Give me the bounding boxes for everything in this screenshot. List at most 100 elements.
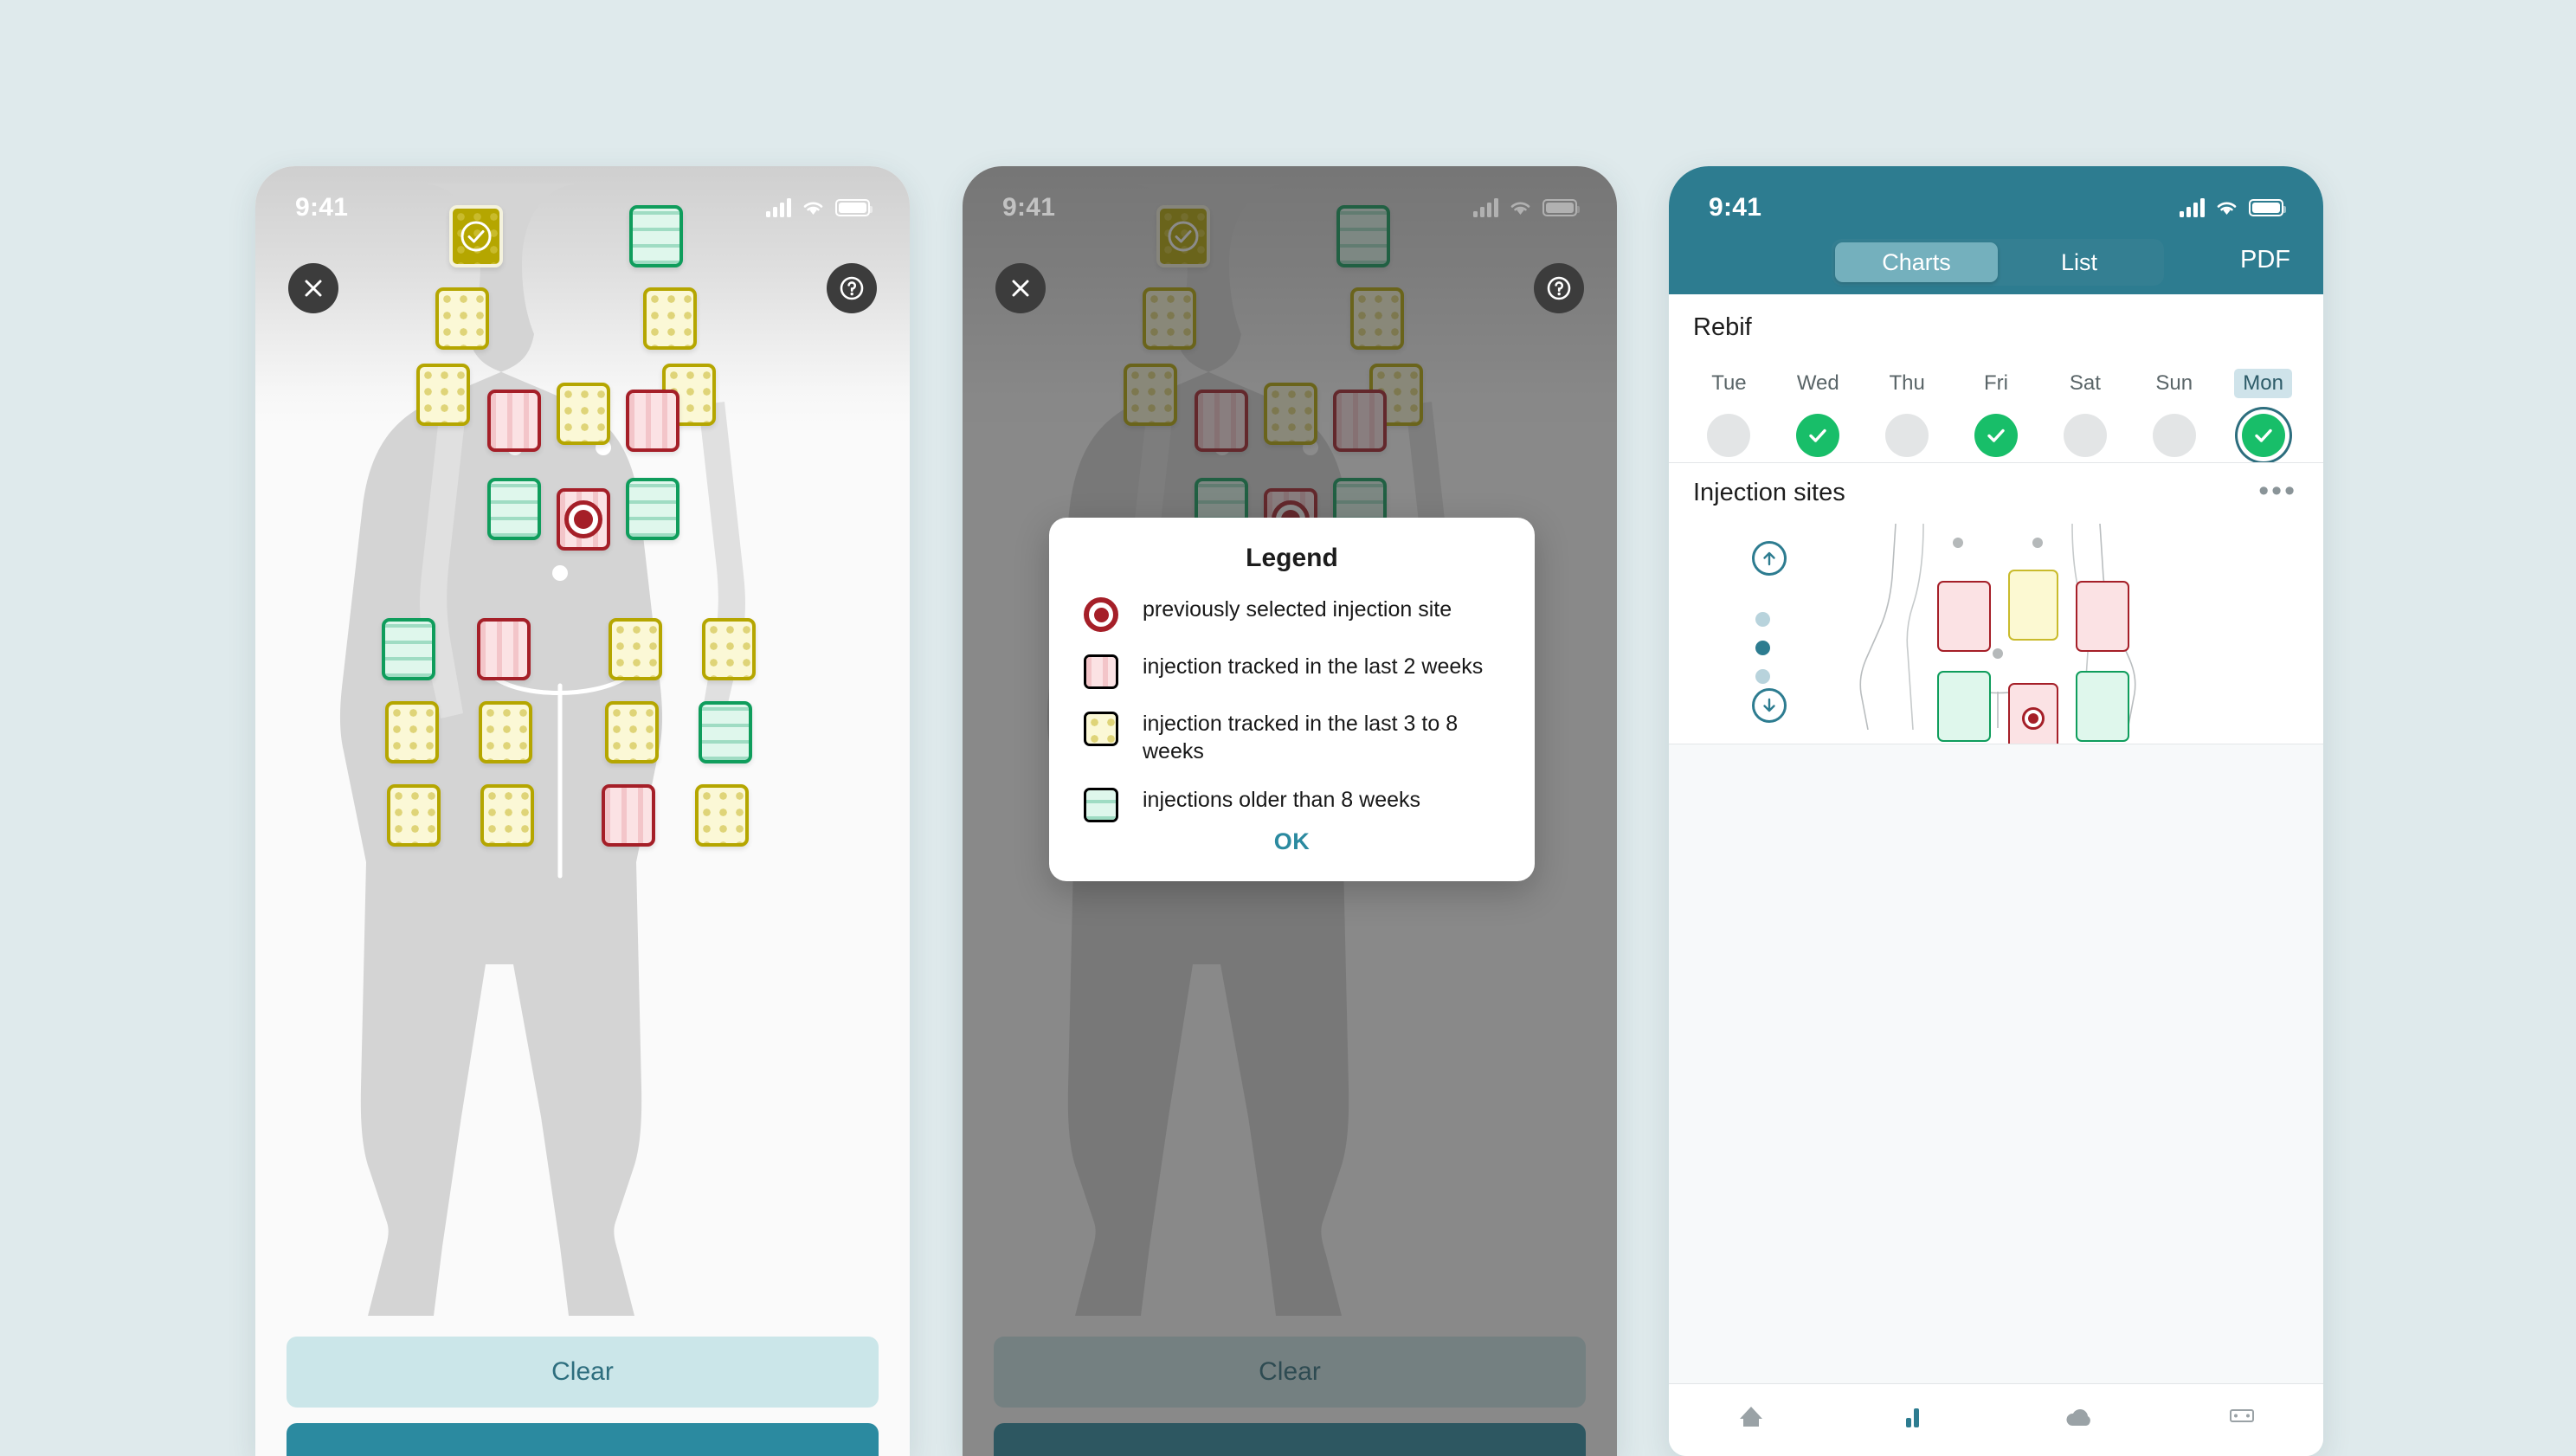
week-day-status: [1796, 414, 1840, 457]
scroll-up-button[interactable]: [1752, 541, 1787, 576]
week-day-status: [2063, 414, 2107, 457]
injection-tile-thigh-l5[interactable]: [387, 784, 441, 847]
help-icon: [1547, 276, 1571, 300]
medication-week-card: Rebif Tue Wed Thu Fri Sat Sun Mon: [1669, 294, 2323, 462]
injection-tile-abdomen-upper-right[interactable]: [626, 390, 679, 452]
tab-list[interactable]: List: [1998, 242, 2161, 282]
injection-tile-thigh-r6[interactable]: [695, 784, 749, 847]
help-button-dimmed[interactable]: [1534, 263, 1584, 313]
arrow-up-circle-icon: [1763, 551, 1775, 566]
wifi-icon: [1510, 202, 1530, 215]
page-dot-1[interactable]: [1755, 612, 1770, 627]
tab-charts[interactable]: Charts: [1835, 242, 1998, 282]
injection-tile-abdomen-upper-left[interactable]: [487, 390, 541, 452]
injection-tile-right-arm-mid[interactable]: [643, 287, 697, 350]
page-dot-2[interactable]: [1755, 641, 1770, 655]
status-bar: 9:41: [255, 166, 910, 230]
close-button[interactable]: [288, 263, 338, 313]
more-options-icon[interactable]: •••: [2258, 476, 2297, 506]
clear-button[interactable]: Clear: [287, 1337, 879, 1408]
phone-tracker-charts: 9:41 Charts List PDF Rebif Tue Wed Thu Fri S…: [1669, 166, 2323, 1456]
week-day-fri[interactable]: Fri: [1952, 369, 2041, 457]
cellular-signal-icon: [1473, 198, 1498, 217]
injection-tile-abdomen-upper-mid[interactable]: [557, 383, 610, 445]
legend-ok-button[interactable]: OK: [1049, 828, 1535, 855]
page-dot-3[interactable]: [1755, 669, 1770, 684]
cellular-signal-icon: [766, 198, 791, 217]
tab-cloud[interactable]: [1996, 1398, 2160, 1433]
mini-injection-tile-abdomen-upper-mid[interactable]: [2008, 570, 2058, 641]
status-indicators: [1473, 198, 1580, 217]
help-button[interactable]: [827, 263, 877, 313]
injection-tile-thigh-r5[interactable]: [602, 784, 655, 847]
legend-item: injection tracked in the last 3 to 8 wee…: [1084, 710, 1500, 765]
injection-tile-thigh-l4[interactable]: [479, 701, 532, 763]
clear-button-label: Clear: [551, 1357, 614, 1386]
week-day-wed[interactable]: Wed: [1774, 369, 1863, 457]
injection-tile-thigh-l6[interactable]: [480, 784, 534, 847]
injection-tile-abdomen-low-mid[interactable]: [557, 488, 610, 551]
injection-tile-thigh-r3[interactable]: [605, 701, 659, 763]
tile-pattern: [385, 622, 432, 677]
injection-tile-thigh-r4[interactable]: [699, 701, 752, 763]
swatch-previously-selected: [1084, 597, 1118, 632]
tab-charts[interactable]: [1832, 1398, 1996, 1433]
status-bar-dimmed: 9:41: [963, 166, 1617, 230]
scroll-down-button[interactable]: [1752, 688, 1787, 723]
week-day-label: Mon: [2234, 369, 2292, 398]
week-day-sat[interactable]: Sat: [2040, 369, 2129, 457]
mini-body-canvas: [1816, 522, 2180, 754]
legend-item: previously selected injection site: [1084, 596, 1500, 632]
previously-selected-marker: [564, 500, 602, 538]
mini-injection-tile-abdomen-upper-right[interactable]: [2076, 581, 2129, 652]
week-day-mon[interactable]: Mon: [2219, 369, 2308, 457]
mini-injection-tile-abdomen-low-left[interactable]: [1937, 671, 1991, 742]
injection-tile-left-arm-mid[interactable]: [435, 287, 489, 350]
close-button-dimmed[interactable]: [995, 263, 1046, 313]
week-day-tue[interactable]: Tue: [1684, 369, 1774, 457]
injection-tile-thigh-r1[interactable]: [609, 618, 662, 680]
confirm-button[interactable]: [287, 1423, 879, 1456]
tab-home[interactable]: [1669, 1398, 1832, 1433]
medication-title: Rebif: [1693, 313, 1752, 341]
injection-tile-left-arm-low[interactable]: [416, 364, 470, 426]
mini-injection-tile-abdomen-low-right[interactable]: [2076, 671, 2129, 742]
body-diagram-screen: 9:41 Clear: [255, 166, 910, 1456]
week-day-label: Thu: [1889, 371, 1925, 395]
page-indicator: [1755, 612, 1770, 684]
help-icon: [840, 276, 864, 300]
week-day-status: [2152, 414, 2196, 457]
tile-pattern: [702, 705, 749, 760]
week-day-sun[interactable]: Sun: [2129, 369, 2219, 457]
close-icon: [1012, 280, 1029, 297]
wifi-icon: [803, 202, 823, 215]
tile-pattern: [612, 622, 659, 677]
legend-dialog: Legend previously selected injection sit…: [1049, 518, 1535, 881]
week-day-thu[interactable]: Thu: [1863, 369, 1952, 457]
injection-tile-abdomen-low-left[interactable]: [487, 478, 541, 540]
close-icon: [305, 280, 322, 297]
injection-tile-abdomen-low-right[interactable]: [626, 478, 679, 540]
injection-tile-thigh-l3[interactable]: [385, 701, 439, 763]
legend-item-label: previously selected injection site: [1143, 597, 1452, 622]
tile-pattern: [389, 705, 435, 760]
battery-icon: [835, 199, 873, 216]
injection-tile-thigh-l2[interactable]: [477, 618, 531, 680]
injection-tile-thigh-l1[interactable]: [382, 618, 435, 680]
week-day-label: Wed: [1796, 371, 1839, 395]
week-day-label: Sun: [2155, 371, 2193, 395]
injection-tile-thigh-r2[interactable]: [702, 618, 756, 680]
status-bar: 9:41: [1669, 166, 2323, 230]
tab-card[interactable]: [2160, 1398, 2323, 1433]
legend-item-label: injection tracked in the last 3 to 8 wee…: [1143, 712, 1459, 763]
home-icon: [1739, 1407, 1762, 1427]
week-day-label: Tue: [1711, 371, 1747, 395]
tile-pattern: [491, 481, 538, 537]
view-mode-segmented-control[interactable]: Charts List: [1832, 239, 2164, 286]
wifi-icon: [2217, 202, 2237, 215]
pdf-export-button[interactable]: PDF: [2240, 246, 2290, 274]
week-day-strip: Tue Wed Thu Fri Sat Sun Mon: [1684, 369, 2308, 457]
tile-pattern: [629, 393, 676, 448]
arrow-down-circle-icon: [1763, 698, 1775, 712]
mini-injection-tile-abdomen-upper-left[interactable]: [1937, 581, 1991, 652]
